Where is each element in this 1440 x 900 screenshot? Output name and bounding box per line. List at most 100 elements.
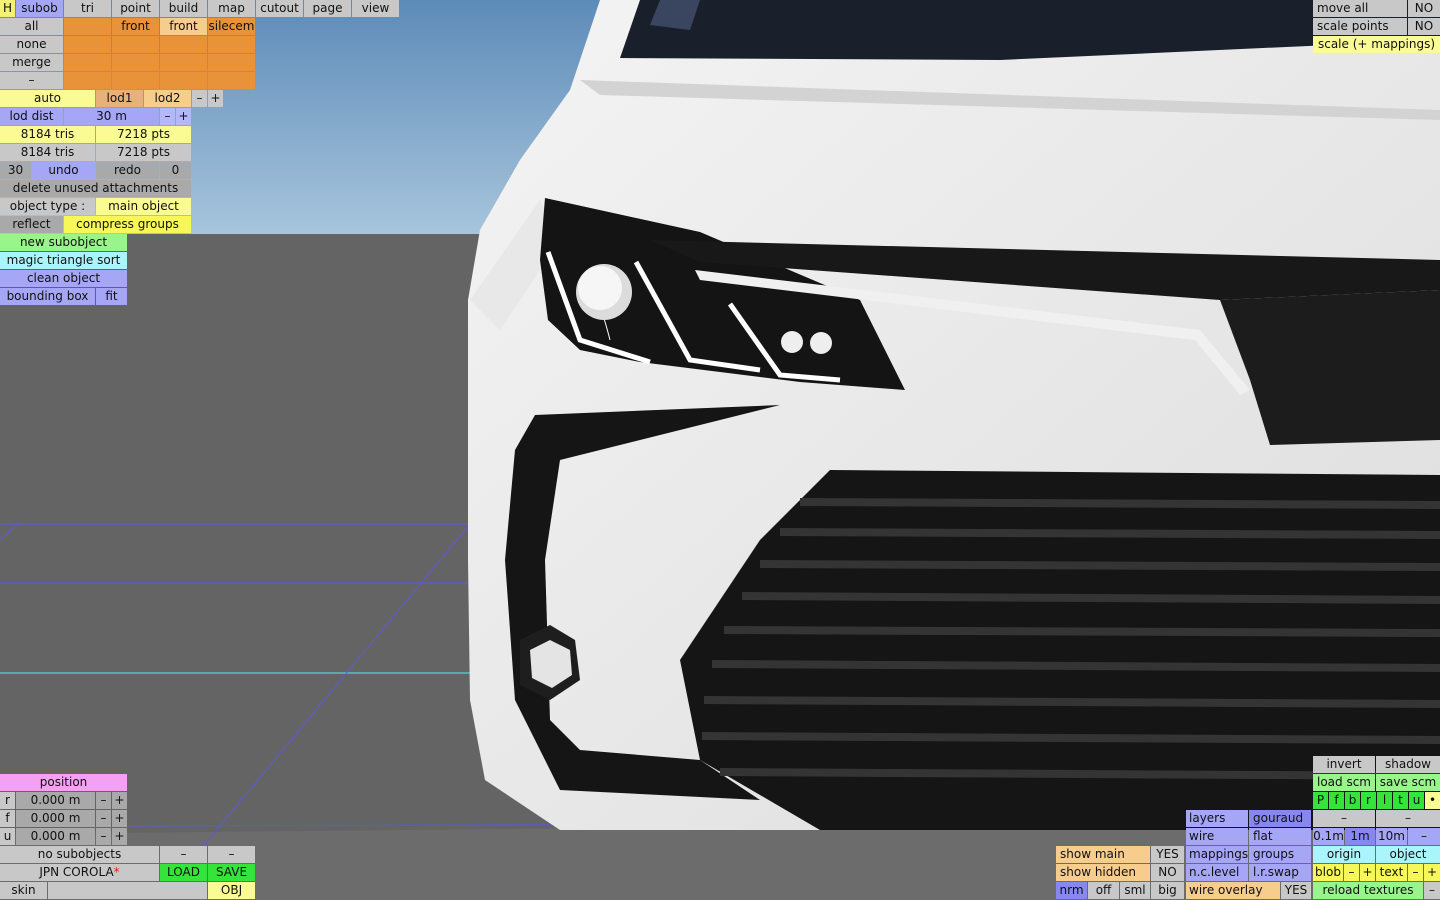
- merge-button[interactable]: merge: [0, 54, 63, 71]
- tab-map[interactable]: map: [208, 0, 255, 17]
- wire-overlay-value[interactable]: YES: [1281, 882, 1311, 899]
- scale-points-toggle[interactable]: scale points: [1313, 18, 1407, 35]
- subobject-slot[interactable]: [64, 54, 111, 71]
- subobject-slot[interactable]: [112, 72, 159, 89]
- position-r-minus-button[interactable]: –: [96, 792, 111, 809]
- delete-unused-attachments-button[interactable]: delete unused attachments: [0, 180, 191, 197]
- grid-01m-button[interactable]: 0.1m: [1313, 828, 1344, 845]
- blob-minus-button[interactable]: –: [1344, 864, 1359, 881]
- grid-10m-button[interactable]: 10m: [1376, 828, 1407, 845]
- redo-button[interactable]: redo: [96, 162, 159, 179]
- tab-tri[interactable]: tri: [64, 0, 111, 17]
- shadow-button[interactable]: shadow: [1376, 756, 1440, 773]
- view-p-button[interactable]: P: [1313, 792, 1328, 809]
- show-hidden-toggle[interactable]: show hidden: [1056, 864, 1150, 881]
- subobject-slot[interactable]: [160, 36, 207, 53]
- bounding-box-button[interactable]: bounding box: [0, 288, 95, 305]
- text-plus-button[interactable]: +: [1424, 864, 1440, 881]
- lod1-button[interactable]: lod1: [96, 90, 143, 107]
- grid-minus-button[interactable]: –: [1408, 828, 1440, 845]
- text-button[interactable]: text: [1376, 864, 1407, 881]
- subobject-slot[interactable]: [112, 36, 159, 53]
- tab-page[interactable]: page: [304, 0, 351, 17]
- select-none-button[interactable]: none: [0, 36, 63, 53]
- position-value-f[interactable]: 0.000 m: [16, 810, 95, 827]
- tab-build[interactable]: build: [160, 0, 207, 17]
- nrm-button[interactable]: nrm: [1056, 882, 1087, 899]
- show-hidden-value[interactable]: NO: [1151, 864, 1184, 881]
- subobject-slot[interactable]: [64, 18, 111, 35]
- reload-minus-button[interactable]: –: [1424, 882, 1440, 899]
- subobject-front-2[interactable]: front: [160, 18, 207, 35]
- lod-auto-button[interactable]: auto: [0, 90, 95, 107]
- scale-mappings-button[interactable]: scale (+ mappings): [1313, 36, 1440, 53]
- big-button[interactable]: big: [1151, 882, 1184, 899]
- text-minus-button[interactable]: –: [1408, 864, 1423, 881]
- tab-point[interactable]: point: [112, 0, 159, 17]
- lod-minus-button[interactable]: –: [192, 90, 207, 107]
- save-button[interactable]: SAVE: [208, 864, 255, 881]
- position-u-minus-button[interactable]: –: [96, 828, 111, 845]
- nc-level-button[interactable]: n.c.level: [1186, 864, 1248, 881]
- view-l-button[interactable]: l: [1377, 792, 1392, 809]
- off-button[interactable]: off: [1088, 882, 1119, 899]
- wire-overlay-toggle[interactable]: wire overlay: [1186, 882, 1280, 899]
- subobject-front-1[interactable]: front: [112, 18, 159, 35]
- subobject-dash-2[interactable]: –: [208, 846, 255, 863]
- blob-button[interactable]: blob: [1313, 864, 1343, 881]
- select-dash-button[interactable]: –: [0, 72, 63, 89]
- position-u-plus-button[interactable]: +: [112, 828, 127, 845]
- skin-field[interactable]: [48, 882, 207, 899]
- position-value-u[interactable]: 0.000 m: [16, 828, 95, 845]
- fit-button[interactable]: fit: [96, 288, 127, 305]
- subobject-slot[interactable]: [112, 54, 159, 71]
- view-r-button[interactable]: r: [1361, 792, 1376, 809]
- move-all-value[interactable]: NO: [1408, 0, 1440, 17]
- select-all-button[interactable]: all: [0, 18, 63, 35]
- position-r-plus-button[interactable]: +: [112, 792, 127, 809]
- clean-object-button[interactable]: clean object: [0, 270, 127, 287]
- lod-dist-value[interactable]: 30 m: [64, 108, 159, 125]
- save-scm-button[interactable]: save scm: [1376, 774, 1440, 791]
- lod-dist-plus-button[interactable]: +: [176, 108, 191, 125]
- subobject-slot[interactable]: [208, 36, 255, 53]
- object-button[interactable]: object: [1376, 846, 1440, 863]
- view-b-button[interactable]: b: [1345, 792, 1360, 809]
- subobject-slot[interactable]: [64, 72, 111, 89]
- grid-1m-button[interactable]: 1m: [1345, 828, 1375, 845]
- compress-groups-button[interactable]: compress groups: [64, 216, 191, 233]
- dash-button-1[interactable]: –: [1313, 810, 1375, 827]
- undo-button[interactable]: undo: [32, 162, 95, 179]
- groups-button[interactable]: groups: [1249, 846, 1311, 863]
- origin-button[interactable]: origin: [1313, 846, 1375, 863]
- gouraud-button[interactable]: gouraud: [1249, 810, 1311, 827]
- show-main-value[interactable]: YES: [1151, 846, 1184, 863]
- lod-dist-minus-button[interactable]: –: [160, 108, 175, 125]
- subobject-slot[interactable]: [160, 72, 207, 89]
- reload-textures-button[interactable]: reload textures: [1313, 882, 1423, 899]
- subobject-silecem[interactable]: silecem: [208, 18, 255, 35]
- sml-button[interactable]: sml: [1120, 882, 1150, 899]
- invert-button[interactable]: invert: [1313, 756, 1375, 773]
- view-u-button[interactable]: u: [1409, 792, 1424, 809]
- position-value-r[interactable]: 0.000 m: [16, 792, 95, 809]
- subobject-slot[interactable]: [208, 54, 255, 71]
- tab-subob[interactable]: subob: [16, 0, 63, 17]
- blob-plus-button[interactable]: +: [1360, 864, 1375, 881]
- dash-button-2[interactable]: –: [1376, 810, 1440, 827]
- lr-swap-button[interactable]: l.r.swap: [1249, 864, 1311, 881]
- subobject-slot[interactable]: [208, 72, 255, 89]
- lod-plus-button[interactable]: +: [208, 90, 223, 107]
- subobject-dash-1[interactable]: –: [160, 846, 207, 863]
- view-t-button[interactable]: t: [1393, 792, 1408, 809]
- file-name[interactable]: JPN COROLA*: [0, 864, 159, 881]
- viewport-3d[interactable]: [0, 0, 1440, 900]
- h-button[interactable]: H: [0, 0, 15, 17]
- tab-view[interactable]: view: [352, 0, 399, 17]
- reflect-button[interactable]: reflect: [0, 216, 63, 233]
- tab-cutout[interactable]: cutout: [256, 0, 303, 17]
- subobject-slot[interactable]: [64, 36, 111, 53]
- flat-button[interactable]: flat: [1249, 828, 1311, 845]
- scale-points-value[interactable]: NO: [1408, 18, 1440, 35]
- wire-button[interactable]: wire: [1186, 828, 1248, 845]
